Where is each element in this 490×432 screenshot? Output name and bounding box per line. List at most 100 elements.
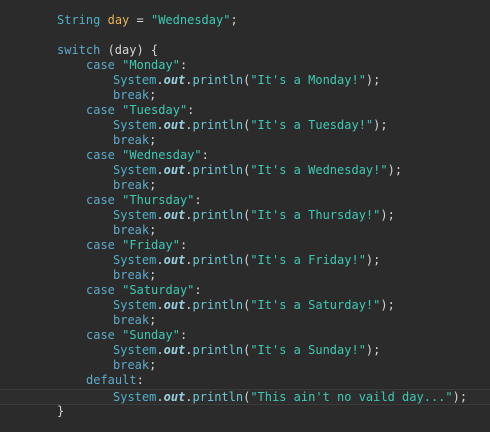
token-plain: ); bbox=[380, 208, 395, 222]
token-mth: println bbox=[192, 73, 244, 87]
token-kw: break bbox=[113, 223, 150, 237]
token-mth: println bbox=[192, 298, 244, 312]
token-plain: : bbox=[194, 283, 202, 297]
code-line-12[interactable]: break; bbox=[0, 178, 490, 193]
token-cls: System bbox=[113, 390, 157, 404]
token-str: "It's a Thursday!" bbox=[250, 208, 381, 222]
code-line-18-text: break; bbox=[113, 268, 156, 283]
token-kw: case bbox=[86, 148, 115, 162]
token-plain: . bbox=[156, 208, 164, 222]
token-cls: System bbox=[113, 208, 157, 222]
code-line-18[interactable]: break; bbox=[0, 268, 490, 283]
token-plain: ; bbox=[230, 13, 238, 27]
token-plain: : bbox=[187, 103, 195, 117]
token-plain: . bbox=[156, 390, 164, 404]
code-line-10[interactable]: case "Wednesday": bbox=[0, 148, 490, 163]
code-line-12-text: break; bbox=[113, 178, 156, 193]
token-str: "Saturday" bbox=[122, 283, 195, 297]
code-line-17[interactable]: System.out.println("It's a Friday!"); bbox=[0, 253, 490, 268]
code-line-2[interactable] bbox=[0, 28, 490, 43]
code-line-8[interactable]: System.out.println("It's a Tuesday!"); bbox=[0, 118, 490, 133]
code-line-23[interactable]: System.out.println("It's a Sunday!"); bbox=[0, 343, 490, 358]
code-line-23-text: System.out.println("It's a Sunday!"); bbox=[113, 343, 380, 358]
token-plain: . bbox=[156, 118, 164, 132]
code-line-19-text: case "Saturday": bbox=[86, 283, 202, 298]
token-plain: . bbox=[185, 118, 193, 132]
token-plain: ); bbox=[365, 253, 381, 267]
code-line-5-text: System.out.println("It's a Monday!"); bbox=[113, 73, 380, 88]
code-line-21-text: break; bbox=[113, 313, 156, 328]
token-str: "Monday" bbox=[122, 58, 180, 72]
code-line-3[interactable]: switch (day) { bbox=[0, 43, 490, 58]
code-line-15[interactable]: break; bbox=[0, 223, 490, 238]
code-line-25-text: default: bbox=[86, 373, 144, 388]
code-line-27[interactable]: } bbox=[0, 404, 490, 419]
code-line-9-text: break; bbox=[113, 133, 156, 148]
token-str: "Wednesday" bbox=[150, 13, 231, 27]
code-line-13[interactable]: case "Thursday": bbox=[0, 193, 490, 208]
code-editor[interactable]: String day = "Wednesday"; switch (day) {… bbox=[0, 0, 490, 432]
token-plain: ; bbox=[149, 268, 157, 282]
token-fld: out bbox=[163, 118, 186, 132]
token-str: "It's a Wednesday!" bbox=[250, 163, 388, 177]
code-line-14-text: System.out.println("It's a Thursday!"); bbox=[113, 208, 395, 223]
token-fld: out bbox=[163, 343, 186, 357]
token-plain: ; bbox=[149, 313, 157, 327]
token-kw: break bbox=[113, 358, 150, 372]
code-line-26-current[interactable]: System.out.println("This ain't no vaild … bbox=[0, 389, 490, 405]
token-cls: System bbox=[113, 163, 157, 177]
code-line-25[interactable]: default: bbox=[0, 373, 490, 388]
token-str: "Thursday" bbox=[122, 193, 195, 207]
code-line-20[interactable]: System.out.println("It's a Saturday!"); bbox=[0, 298, 490, 313]
code-line-6[interactable]: break; bbox=[0, 88, 490, 103]
token-cls: System bbox=[113, 343, 157, 357]
token-mth: println bbox=[192, 253, 244, 267]
token-cls: String bbox=[57, 13, 101, 27]
token-plain: . bbox=[185, 298, 193, 312]
token-plain: : bbox=[194, 193, 202, 207]
code-line-4[interactable]: case "Monday": bbox=[0, 58, 490, 73]
token-plain: ; bbox=[149, 178, 157, 192]
token-plain: = bbox=[129, 13, 151, 27]
token-mth: println bbox=[192, 343, 244, 357]
token-cls: System bbox=[113, 118, 157, 132]
token-str: "Tuesday" bbox=[122, 103, 188, 117]
code-line-21[interactable]: break; bbox=[0, 313, 490, 328]
code-line-9[interactable]: break; bbox=[0, 133, 490, 148]
token-plain: : bbox=[179, 238, 188, 252]
token-plain: . bbox=[185, 390, 193, 404]
token-plain: . bbox=[185, 208, 193, 222]
code-line-11[interactable]: System.out.println("It's a Wednesday!"); bbox=[0, 163, 490, 178]
token-plain: . bbox=[185, 343, 193, 357]
code-line-5[interactable]: System.out.println("It's a Monday!"); bbox=[0, 73, 490, 88]
token-str: "Friday" bbox=[122, 238, 180, 252]
token-fld: out bbox=[163, 390, 186, 404]
token-plain: ); bbox=[373, 118, 388, 132]
code-line-7[interactable]: case "Tuesday": bbox=[0, 103, 490, 118]
token-fld: out bbox=[163, 298, 186, 312]
token-kw: case bbox=[86, 103, 115, 117]
token-plain: . bbox=[185, 73, 193, 87]
code-line-24[interactable]: break; bbox=[0, 358, 490, 373]
token-str: "This ain't no vaild day..." bbox=[250, 390, 453, 404]
code-line-1[interactable]: String day = "Wednesday"; bbox=[0, 13, 490, 28]
token-mth: println bbox=[192, 390, 244, 404]
code-line-16-text: case "Friday": bbox=[86, 238, 187, 253]
token-kw: case bbox=[86, 238, 115, 252]
token-cls: System bbox=[113, 298, 157, 312]
token-kw: case bbox=[86, 58, 115, 72]
token-fld: out bbox=[163, 208, 186, 222]
code-line-14[interactable]: System.out.println("It's a Thursday!"); bbox=[0, 208, 490, 223]
code-line-19[interactable]: case "Saturday": bbox=[0, 283, 490, 298]
code-line-22[interactable]: case "Sunday": bbox=[0, 328, 490, 343]
token-kw: case bbox=[86, 193, 115, 207]
token-kw: case bbox=[86, 283, 115, 297]
token-plain: : bbox=[179, 58, 188, 72]
token-plain: : bbox=[136, 373, 144, 387]
token-kw: break bbox=[113, 313, 150, 327]
code-line-16[interactable]: case "Friday": bbox=[0, 238, 490, 253]
token-plain: . bbox=[185, 163, 193, 177]
token-kw: case bbox=[86, 328, 115, 342]
token-plain: } bbox=[57, 404, 65, 418]
